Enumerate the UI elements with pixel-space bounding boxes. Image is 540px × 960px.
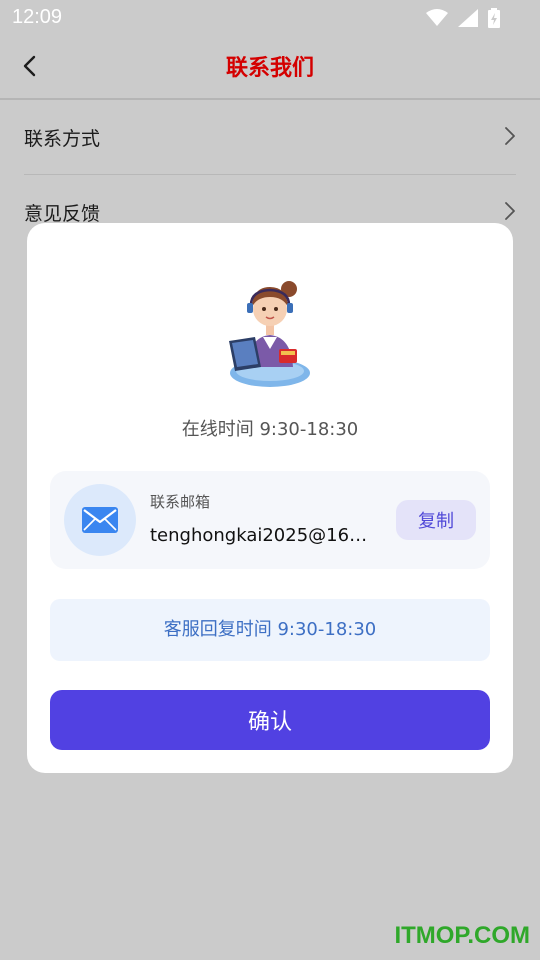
status-icons: [426, 8, 500, 28]
chevron-right-icon: [505, 127, 515, 145]
email-value: tenghongkai2025@163.com: [150, 525, 378, 546]
battery-icon: [488, 8, 500, 28]
contact-dialog: 在线时间 9:30-18:30 联系邮箱 tenghongkai2025@163…: [27, 223, 513, 773]
online-time-text: 在线时间 9:30-18:30: [181, 419, 359, 440]
wifi-icon: [426, 9, 448, 26]
watermark-logo: ITMOP.COM: [394, 922, 530, 949]
copy-button[interactable]: 复制: [396, 500, 476, 540]
customer-service-illustration: [229, 281, 310, 387]
app-bar: 联系我们: [0, 36, 540, 98]
confirm-button[interactable]: 确认: [50, 690, 490, 750]
chevron-right-icon: [505, 202, 515, 220]
email-card: 联系邮箱 tenghongkai2025@163.com 复制: [50, 471, 490, 569]
status-bar: 12:09: [0, 0, 540, 36]
menu-item-label: 意见反馈: [24, 203, 101, 225]
page-title: 联系我们: [225, 56, 314, 81]
menu-item-contact-method[interactable]: 联系方式: [0, 100, 540, 174]
mail-icon: [82, 507, 118, 533]
email-label: 联系邮箱: [150, 493, 211, 511]
menu-item-label: 联系方式: [24, 128, 101, 150]
reply-time-banner: 客服回复时间 9:30-18:30: [50, 599, 490, 661]
email-icon-container: [64, 484, 136, 556]
status-time: 12:09: [12, 6, 63, 28]
signal-icon: [458, 9, 478, 27]
